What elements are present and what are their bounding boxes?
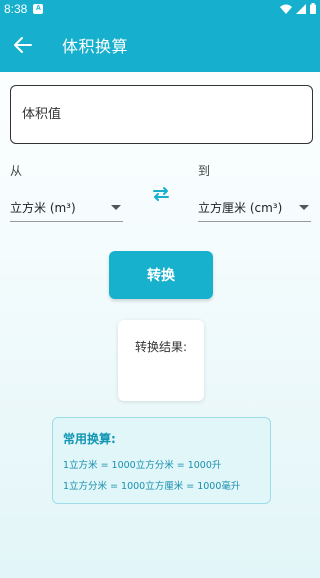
status-icons [280,3,316,14]
battery-icon [310,3,316,14]
swap-units-button[interactable] [150,185,172,203]
wifi-icon [280,4,292,14]
result-label: 转换结果: [134,340,188,354]
to-label: 到 [198,164,211,178]
info-title: 常用换算: [63,432,116,446]
volume-input-container[interactable] [10,85,313,144]
convert-button[interactable]: 转换 [109,251,213,299]
info-line: 1立方分米 = 1000立方厘米 = 1000毫升 [63,481,241,492]
arrow-left-icon [14,36,32,53]
to-unit-value: 立方厘米 (cm³) [198,201,283,215]
swap-arrows-icon [153,187,169,201]
from-label: 从 [10,164,23,178]
app-bar: 体积换算 [0,17,320,72]
notification-icon: A [33,3,44,14]
chevron-down-icon [299,205,309,210]
volume-input[interactable] [22,107,312,122]
status-bar: 8:38 A [0,0,320,17]
signal-icon [296,3,306,14]
status-time: 8:38 [4,1,28,16]
chevron-down-icon [111,205,121,210]
conversion-info-card: 常用换算: 1立方米 = 1000立方分米 = 1000升 1立方分米 = 10… [52,417,271,504]
back-button[interactable] [3,25,43,65]
info-line: 1立方米 = 1000立方分米 = 1000升 [63,460,222,471]
from-unit-value: 立方米 (m³) [10,201,76,215]
result-card: 转换结果: [118,320,204,401]
page-title: 体积换算 [62,36,129,56]
from-unit-select[interactable]: 立方米 (m³) [10,194,123,222]
to-unit-select[interactable]: 立方厘米 (cm³) [198,194,311,222]
